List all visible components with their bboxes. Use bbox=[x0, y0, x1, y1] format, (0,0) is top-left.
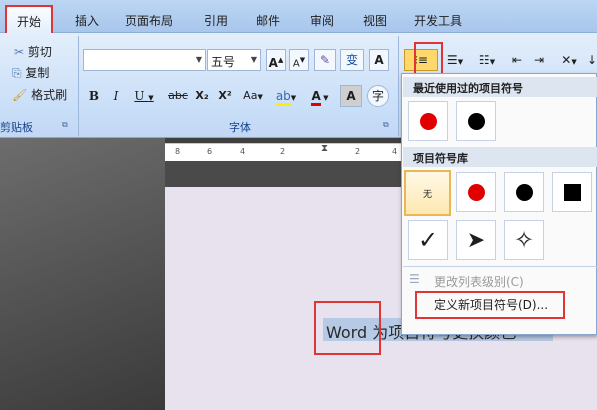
highlight-color-button[interactable]: ab▼ bbox=[271, 85, 301, 107]
clear-format-icon[interactable]: ✎ bbox=[314, 49, 336, 71]
italic-button[interactable]: I bbox=[107, 85, 125, 107]
brush-icon: 🖌 bbox=[12, 88, 32, 102]
bullet-star[interactable]: ✧ bbox=[504, 220, 544, 260]
numbering-button[interactable]: ☰▼ bbox=[441, 49, 469, 71]
indent-marker-icon[interactable]: ⧗ bbox=[321, 143, 328, 154]
tab-developer[interactable]: 开发工具 bbox=[406, 7, 470, 33]
font-color-button[interactable]: A ▼ bbox=[305, 85, 335, 107]
ruler-tick: 8 bbox=[175, 147, 181, 156]
black-dot-icon bbox=[515, 183, 533, 201]
black-dot-icon bbox=[467, 112, 485, 130]
char-shading-button[interactable]: A bbox=[340, 85, 362, 107]
bullet-library-header: 项目符号库 bbox=[403, 147, 597, 167]
copy-button[interactable]: ⎘ 复制 bbox=[12, 62, 49, 81]
decrease-indent-icon[interactable]: ⇤ bbox=[507, 49, 527, 71]
black-square-icon bbox=[563, 183, 581, 201]
bullet-none[interactable]: 无 bbox=[404, 170, 451, 216]
ruler-tick: 4 bbox=[392, 147, 398, 156]
multilevel-list-icon: ☷ bbox=[478, 53, 490, 67]
bullet-black-dot[interactable] bbox=[504, 172, 544, 212]
numbered-list-icon: ☰ bbox=[446, 53, 458, 67]
recent-bullet-black[interactable] bbox=[456, 101, 496, 141]
clipboard-group-label: 剪贴板 bbox=[0, 121, 33, 134]
menu-divider bbox=[403, 266, 597, 267]
enclose-char-button[interactable]: 字 bbox=[367, 85, 389, 107]
font-launcher-icon[interactable]: ⧉ bbox=[383, 120, 389, 130]
red-dot-icon bbox=[467, 183, 485, 201]
none-label: 无 bbox=[422, 189, 432, 200]
cut-button[interactable]: ✂ 剪切 bbox=[14, 41, 52, 60]
bullets-button[interactable]: ⁝≡ bbox=[404, 49, 438, 71]
scissors-icon: ✂ bbox=[14, 45, 28, 59]
copy-icon: ⎘ bbox=[12, 66, 26, 80]
chinese-layout-button[interactable]: ✕▼ bbox=[554, 49, 584, 71]
ruler-tick: 2 bbox=[280, 147, 286, 156]
group-separator bbox=[398, 36, 399, 136]
chevron-down-icon: ▼ bbox=[195, 55, 202, 64]
tab-mailings[interactable]: 邮件 bbox=[248, 7, 288, 33]
cut-label: 剪切 bbox=[27, 45, 52, 59]
font-name-combo[interactable]: ▼ bbox=[83, 49, 206, 71]
underline-button[interactable]: U ▼ bbox=[130, 85, 158, 107]
shrink-font-button[interactable]: A▼ bbox=[289, 49, 309, 71]
ruler-tick: 2 bbox=[355, 147, 361, 156]
arrowhead-icon: ➤ bbox=[466, 227, 486, 253]
bullet-red-dot[interactable] bbox=[456, 172, 496, 212]
red-dot-icon bbox=[419, 112, 437, 130]
sort-icon[interactable]: ↓ bbox=[586, 49, 597, 71]
tab-review[interactable]: 审阅 bbox=[302, 7, 342, 33]
chinese-layout-icon: ✕ bbox=[561, 53, 572, 67]
ruler-tick: 6 bbox=[207, 147, 213, 156]
strikethrough-button[interactable]: abc bbox=[166, 85, 190, 107]
bullet-list-icon: ⁝≡ bbox=[414, 53, 428, 67]
superscript-button[interactable]: X² bbox=[215, 85, 235, 107]
define-new-bullet-item[interactable]: 定义新项目符号(D)... bbox=[404, 293, 596, 315]
bold-button[interactable]: B bbox=[85, 85, 103, 107]
multilevel-list-button[interactable]: ☷▼ bbox=[472, 49, 502, 71]
chevron-down-icon: ▼ bbox=[250, 55, 257, 64]
change-case-button[interactable]: Aa▼ bbox=[239, 85, 267, 107]
ruler-tick: 4 bbox=[240, 147, 246, 156]
phonetic-guide-button[interactable]: 变 bbox=[340, 49, 364, 71]
tab-home[interactable]: 开始 bbox=[6, 6, 52, 34]
four-point-star-icon: ✧ bbox=[513, 226, 535, 254]
bullet-checkmark[interactable]: ✓ bbox=[408, 220, 448, 260]
increase-indent-icon[interactable]: ⇥ bbox=[529, 49, 549, 71]
tab-insert[interactable]: 插入 bbox=[67, 7, 107, 33]
grow-font-button[interactable]: A▲ bbox=[266, 49, 286, 71]
checkmark-icon: ✓ bbox=[417, 226, 439, 254]
group-separator bbox=[78, 36, 79, 136]
font-size-combo[interactable]: 五号 ▼ bbox=[207, 49, 261, 71]
font-size-value: 五号 bbox=[211, 55, 236, 69]
tab-page-layout[interactable]: 页面布局 bbox=[117, 7, 181, 33]
tab-view[interactable]: 视图 bbox=[355, 7, 395, 33]
document-left-area bbox=[0, 138, 165, 410]
recent-bullets-header: 最近使用过的项目符号 bbox=[403, 77, 597, 97]
subscript-button[interactable]: X₂ bbox=[192, 85, 212, 107]
format-painter-label: 格式刷 bbox=[31, 88, 68, 102]
font-group-label: 字体 bbox=[229, 121, 251, 134]
highlighter-icon: ab bbox=[275, 89, 291, 106]
char-border-button[interactable]: A bbox=[369, 49, 389, 71]
tab-references[interactable]: 引用 bbox=[196, 7, 236, 33]
bullet-arrowhead[interactable]: ➤ bbox=[456, 220, 496, 260]
recent-bullet-red[interactable] bbox=[408, 101, 448, 141]
format-painter-button[interactable]: 🖌 格式刷 bbox=[12, 84, 67, 103]
copy-label: 复制 bbox=[25, 66, 50, 80]
change-list-level-item: 更改列表级别(C) bbox=[434, 275, 524, 289]
clipboard-launcher-icon[interactable]: ⧉ bbox=[62, 120, 68, 130]
bullet-black-square[interactable] bbox=[552, 172, 592, 212]
